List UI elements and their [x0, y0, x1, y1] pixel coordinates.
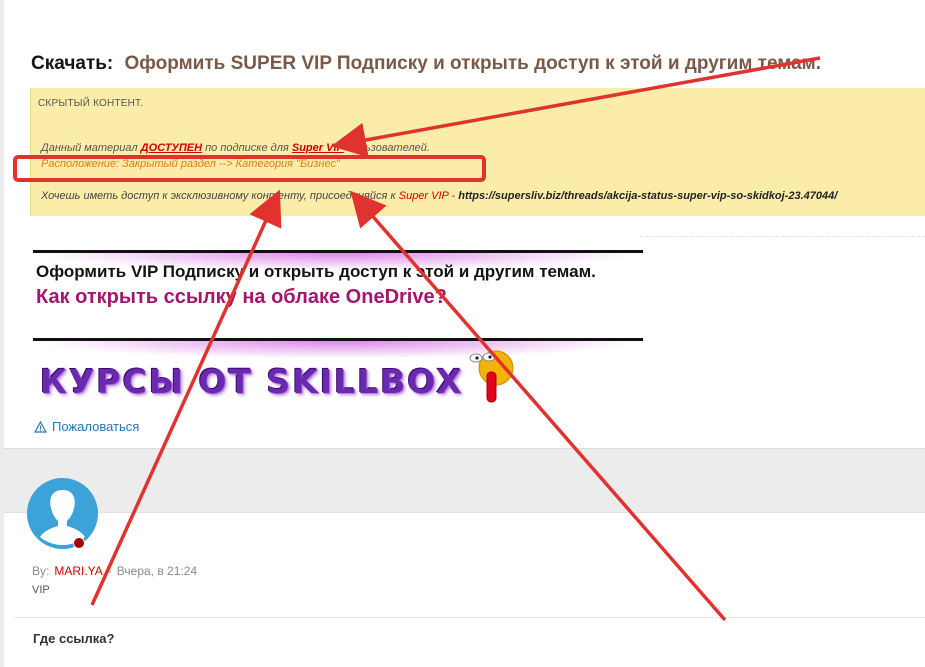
available-badge: ДОСТУПЕН: [140, 142, 203, 154]
annotation-highlight-box: [13, 155, 486, 182]
report-label[interactable]: Пожаловаться: [52, 419, 139, 434]
download-label: Скачать:: [31, 53, 114, 74]
availability-text-end: пользователей.: [343, 142, 430, 154]
by-label: By:: [32, 564, 50, 578]
availability-line: Данный материал ДОСТУПЕН по подписке для…: [41, 142, 430, 154]
online-status-dot: [73, 537, 85, 549]
join-dash: -: [448, 190, 459, 202]
tongue-emoji-icon: [469, 350, 514, 403]
vip-promo-text: Оформить VIP Подписку и открыть доступ к…: [36, 262, 596, 281]
reply-card: [4, 512, 925, 667]
reply-message: Где ссылка?: [33, 631, 115, 646]
warning-triangle-icon: [34, 420, 47, 433]
join-text: Хочешь иметь доступ к эксклюзивному конт…: [41, 190, 399, 202]
hidden-content-title: СКРЫТЫЙ КОНТЕНТ.: [38, 98, 144, 109]
reply-byline: By: MARI.YA - Вчера, в 21:24: [32, 564, 197, 578]
super-vip-link-2[interactable]: Super VIP: [399, 190, 449, 202]
skillbox-banner[interactable]: КУРСЫ ОТ SKILLBOX: [40, 362, 464, 401]
username-link[interactable]: MARI.YA: [54, 564, 102, 578]
reply-separator: [14, 617, 925, 618]
onedrive-link[interactable]: Как открыть ссылку на облаке OneDrive?: [36, 286, 447, 309]
download-line: Скачать: Оформить SUPER VIP Подписку и о…: [31, 53, 821, 75]
dotted-separator: [640, 236, 925, 237]
byline-separator: -: [107, 564, 112, 578]
super-vip-link[interactable]: Super VIP: [292, 142, 344, 154]
user-role: VIP: [32, 584, 50, 596]
download-link[interactable]: Оформить SUPER VIP Подписку и открыть до…: [125, 53, 822, 74]
post-time[interactable]: Вчера, в 21:24: [117, 564, 197, 578]
availability-text-mid: по подписке для: [202, 142, 292, 154]
hidden-content-box: СКРЫТЫЙ КОНТЕНТ. Данный материал ДОСТУПЕ…: [30, 88, 925, 216]
report-link[interactable]: Пожаловаться: [34, 419, 139, 434]
join-line: Хочешь иметь доступ к эксклюзивному конт…: [41, 190, 837, 202]
vip-url-link[interactable]: https://supersliv.biz/threads/akcija-sta…: [458, 190, 837, 202]
availability-text: Данный материал: [41, 142, 141, 154]
default-avatar-icon[interactable]: [27, 478, 98, 549]
divider-glow-bottom: [33, 341, 643, 359]
